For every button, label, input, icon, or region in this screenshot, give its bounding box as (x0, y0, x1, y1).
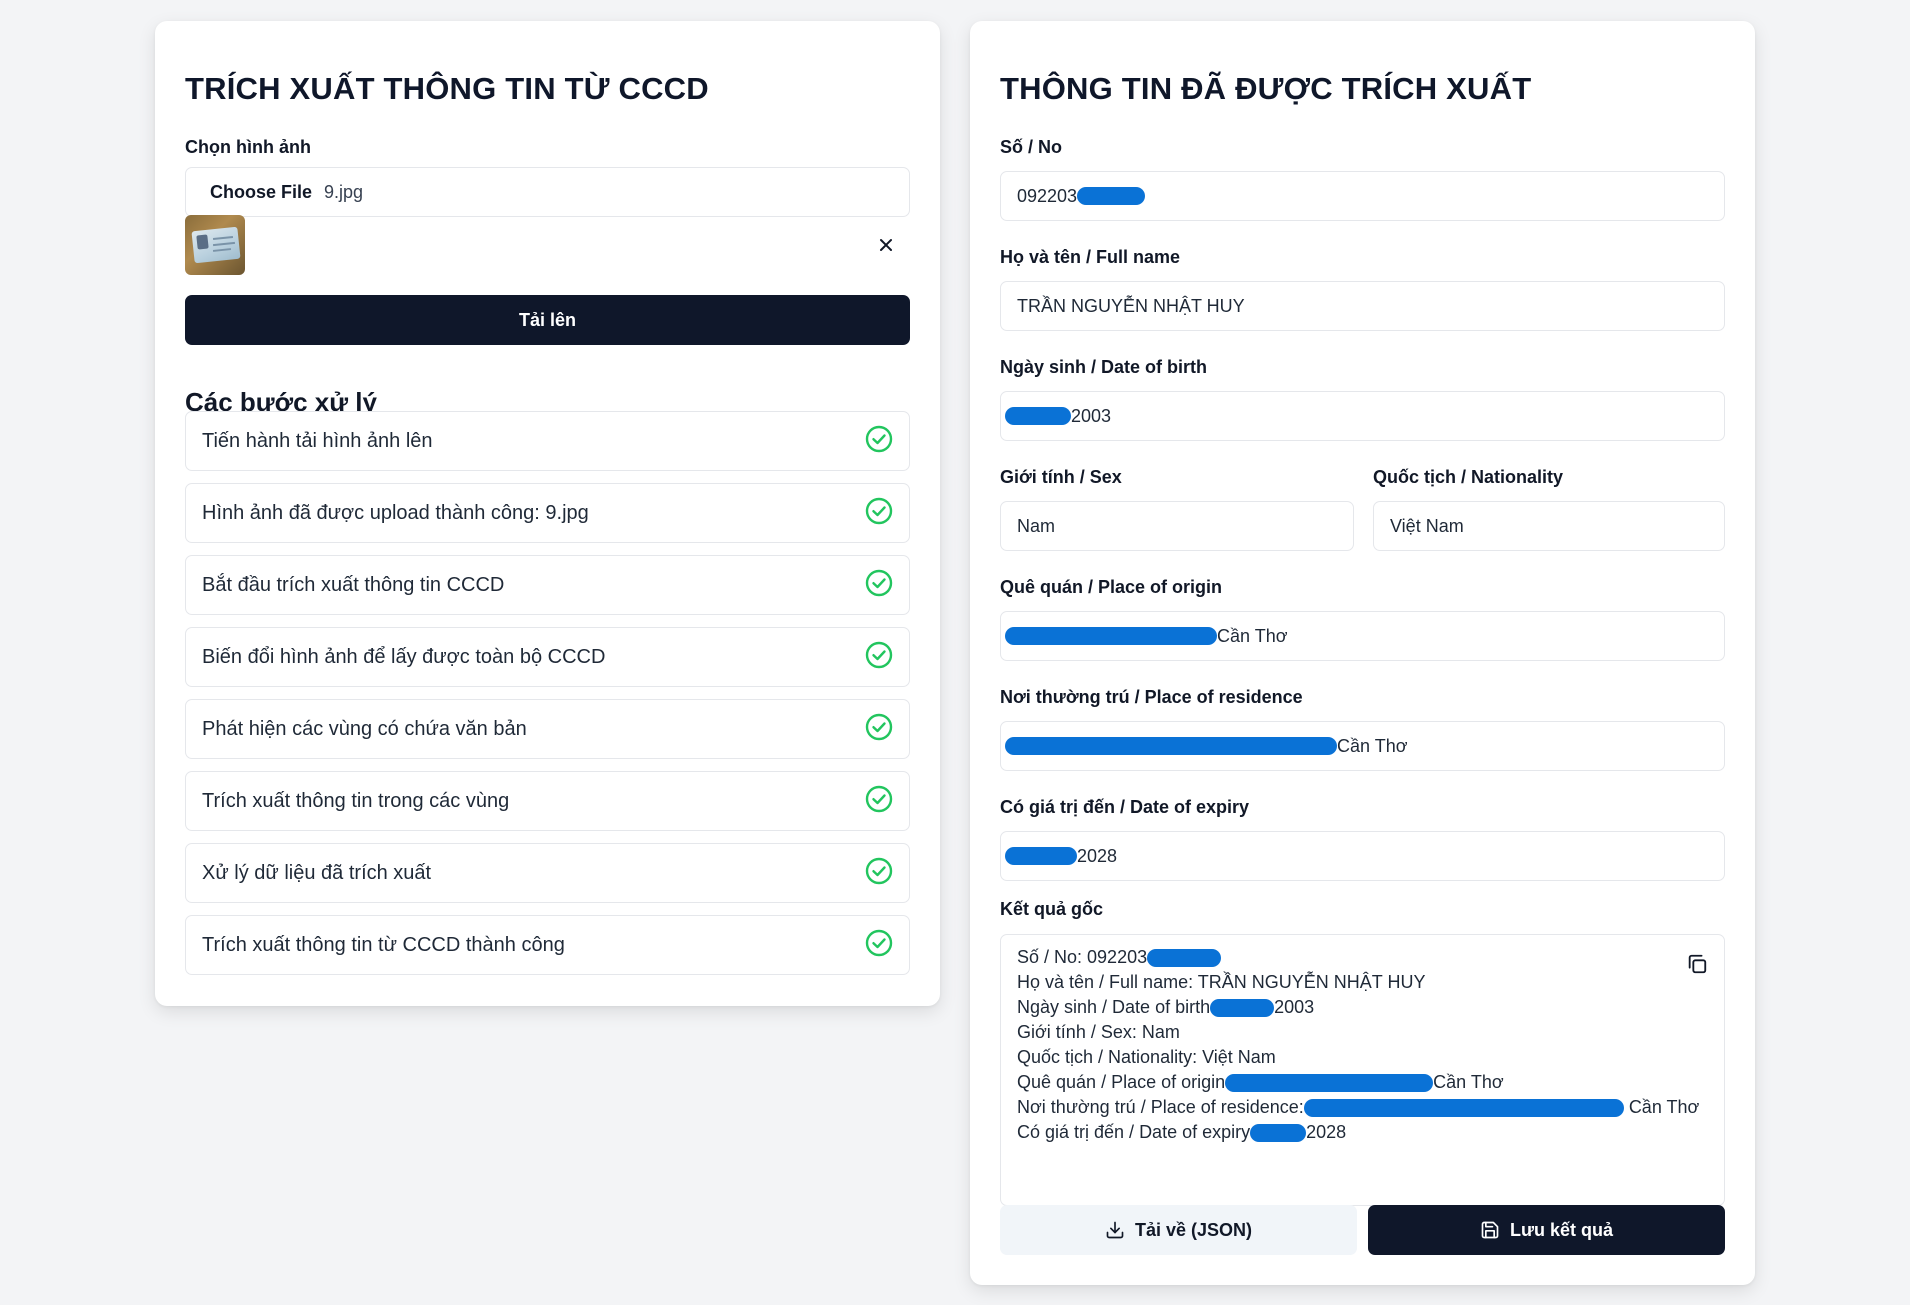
redaction-mark (1225, 1074, 1434, 1093)
sex-field[interactable]: Nam (1000, 501, 1354, 551)
step-item: Xử lý dữ liệu đã trích xuất (185, 843, 910, 903)
download-json-button[interactable]: Tải về (JSON) (1000, 1205, 1357, 1255)
check-circle-icon (865, 857, 893, 890)
upload-button[interactable]: Tải lên (185, 295, 910, 345)
upload-panel: TRÍCH XUẤT THÔNG TIN TỪ CCCD Chọn hình ả… (155, 21, 940, 1006)
close-icon[interactable] (874, 233, 898, 257)
page-title: TRÍCH XUẤT THÔNG TIN TỪ CCCD (185, 71, 709, 106)
redaction-mark (1005, 627, 1217, 645)
result-title: THÔNG TIN ĐÃ ĐƯỢC TRÍCH XUẤT (1000, 71, 1532, 106)
raw-line: Số / No: 092203 (1017, 945, 1708, 970)
expiry-value: 2028 (1077, 845, 1118, 866)
step-item: Tiến hành tải hình ảnh lên (185, 411, 910, 471)
raw-result-textarea[interactable]: Số / No: 092203 Họ và tên / Full name: T… (1000, 934, 1725, 1206)
nationality-label: Quốc tịch / Nationality (1373, 467, 1564, 487)
check-circle-icon (865, 569, 893, 602)
full-name-label: Họ và tên / Full name (1000, 247, 1181, 267)
save-result-button[interactable]: Lưu kết quả (1368, 1205, 1725, 1255)
copy-icon[interactable] (1686, 953, 1708, 980)
check-circle-icon (865, 641, 893, 674)
residence-value: Cần Thơ (1337, 735, 1408, 756)
check-circle-icon (865, 785, 893, 818)
check-circle-icon (865, 425, 893, 458)
origin-label: Quê quán / Place of origin (1000, 577, 1223, 597)
nationality-field[interactable]: Việt Nam (1373, 501, 1725, 551)
redaction-mark (1005, 737, 1337, 755)
no-label: Số / No (1000, 137, 1062, 157)
file-input[interactable]: Choose File 9.jpg (185, 167, 910, 217)
residence-field[interactable]: Cần Thơ (1000, 721, 1725, 771)
expiry-field[interactable]: 2028 (1000, 831, 1725, 881)
file-name: 9.jpg (324, 181, 364, 202)
choose-file-button[interactable]: Choose File (210, 182, 312, 203)
redaction-mark (1005, 847, 1077, 865)
step-label: Phát hiện các vùng có chứa văn bản (202, 717, 527, 740)
residence-label: Nơi thường trú / Place of residence (1000, 687, 1303, 707)
step-label: Tiến hành tải hình ảnh lên (202, 429, 433, 452)
redaction-mark (1303, 1099, 1624, 1118)
download-json-label: Tải về (JSON) (1134, 1219, 1253, 1240)
step-label: Trích xuất thông tin từ CCCD thành công (202, 933, 565, 956)
dob-label: Ngày sinh / Date of birth (1000, 357, 1208, 377)
sex-value: Nam (1017, 515, 1056, 536)
check-circle-icon (865, 497, 893, 530)
raw-line: Họ và tên / Full name: TRẦN NGUYỄN NHẬT … (1017, 972, 1426, 992)
raw-line: Quê quán / Place of origin Cần Thơ (1017, 1072, 1504, 1093)
redaction-mark (1077, 187, 1146, 205)
dob-field[interactable]: 2003 (1000, 391, 1725, 441)
raw-line: Giới tính / Sex: Nam (1017, 1022, 1180, 1042)
raw-result-label: Kết quả gốc (1000, 899, 1104, 919)
redaction-mark (1005, 407, 1071, 425)
expiry-label: Có giá trị đến / Date of expiry (1000, 797, 1250, 817)
step-label: Biến đổi hình ảnh để lấy được toàn bộ CC… (202, 645, 606, 668)
redaction-mark (1210, 999, 1275, 1018)
step-label: Hình ảnh đã được upload thành công: 9.jp… (202, 501, 589, 524)
redaction-mark (1147, 949, 1222, 968)
step-item: Biến đổi hình ảnh để lấy được toàn bộ CC… (185, 627, 910, 687)
origin-field[interactable]: Cần Thơ (1000, 611, 1725, 661)
step-item: Hình ảnh đã được upload thành công: 9.jp… (185, 483, 910, 543)
no-value: 092203 (1017, 185, 1078, 206)
check-circle-icon (865, 929, 893, 962)
raw-line: Nơi thường trú / Place of residence: Cần… (1017, 1097, 1700, 1118)
step-item: Trích xuất thông tin trong các vùng (185, 771, 910, 831)
origin-value: Cần Thơ (1217, 625, 1288, 646)
full-name-value: TRẦN NGUYỄN NHẬT HUY (1017, 295, 1245, 316)
save-icon (1481, 1221, 1499, 1239)
step-label: Trích xuất thông tin trong các vùng (202, 789, 510, 812)
step-item: Trích xuất thông tin từ CCCD thành công (185, 915, 910, 975)
step-label: Xử lý dữ liệu đã trích xuất (202, 861, 432, 884)
dob-value: 2003 (1071, 405, 1112, 426)
raw-line: Có giá trị đến / Date of expiry 2028 (1017, 1122, 1347, 1143)
nationality-value: Việt Nam (1390, 515, 1464, 536)
full-name-field[interactable]: TRẦN NGUYỄN NHẬT HUY (1000, 281, 1725, 331)
save-result-label: Lưu kết quả (1509, 1219, 1614, 1240)
redaction-mark (1250, 1124, 1307, 1143)
raw-line: Quốc tịch / Nationality: Việt Nam (1017, 1047, 1276, 1067)
step-label: Bắt đầu trích xuất thông tin CCCD (202, 573, 505, 596)
choose-image-label: Chọn hình ảnh (185, 137, 311, 157)
image-thumbnail (185, 215, 245, 275)
download-icon (1106, 1221, 1124, 1239)
no-field[interactable]: 092203 (1000, 171, 1725, 221)
check-circle-icon (865, 713, 893, 746)
step-item: Bắt đầu trích xuất thông tin CCCD (185, 555, 910, 615)
sex-label: Giới tính / Sex (1000, 467, 1122, 487)
raw-line: Ngày sinh / Date of birth 2003 (1017, 997, 1315, 1018)
result-panel: THÔNG TIN ĐÃ ĐƯỢC TRÍCH XUẤT Số / No 092… (970, 21, 1755, 1285)
step-item: Phát hiện các vùng có chứa văn bản (185, 699, 910, 759)
